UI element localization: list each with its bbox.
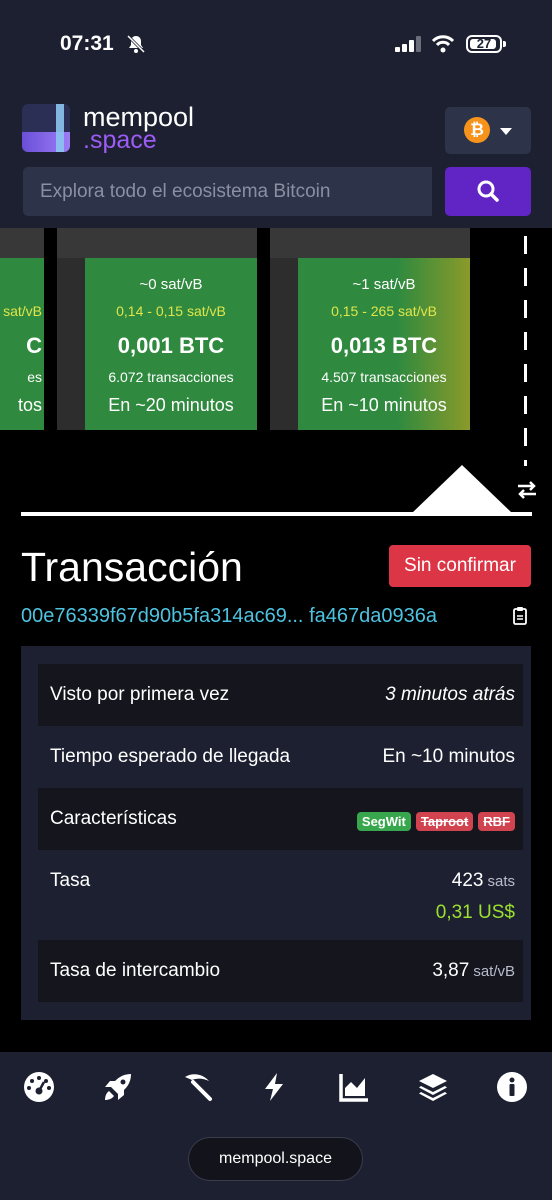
block-fee-range: sat/vB [3,303,42,319]
detail-row-features: Características SegWit Taproot RBF [38,788,523,850]
info-icon[interactable] [496,1071,528,1103]
block-eta: tos [17,395,42,415]
txid-end[interactable]: fa467da0936a [309,605,437,627]
features-label: Características [50,808,177,829]
detail-row-eta: Tiempo esperado de llegada En ~10 minuto… [38,726,523,788]
txid-link[interactable]: 00e76339f67d90b5fa314ac69... fa467da0936… [21,605,437,628]
fee-value-group: 423 sats [452,870,515,892]
block-size: C [26,333,42,358]
mempool-blocks: sat/vB C es tos ~0 sat/vB 0,14 - 0,15 sa… [0,228,552,528]
block-tx-count: es [27,369,42,385]
mempool-block[interactable]: ~0 sat/vB 0,14 - 0,15 sat/vB 0,001 BTC 6… [57,228,257,430]
copy-icon[interactable] [511,606,529,626]
chart-icon[interactable] [338,1071,370,1103]
block-fee-range: 0,14 - 0,15 sat/vB [116,303,226,319]
battery-tip [503,41,506,47]
feature-badge-rbf[interactable]: RBF [478,812,515,831]
fee-usd-value: 0,31 US$ [435,902,515,923]
features-badges: SegWit Taproot RBF [352,810,515,832]
dashboard-icon[interactable] [23,1071,55,1103]
mempool-block[interactable]: ~1 sat/vB 0,15 - 265 sat/vB 0,013 BTC 4.… [270,228,470,430]
chain-baseline [21,512,532,516]
bitcoin-icon: ₿ [464,117,490,143]
block-median-fee: ~1 sat/vB [352,276,416,293]
fee-value: 423 [451,870,484,891]
detail-row-fee: Tasa 423 sats 0,31 US$ [38,850,523,940]
transaction-details-card: Visto por primera vez 3 minutos atrás Ti… [21,646,531,1020]
eta-label: Tiempo esperado de llegada [50,746,291,767]
battery-icon: 27 [466,35,502,53]
block-eta: En ~20 minutos [108,395,234,415]
feature-badge-taproot[interactable]: Taproot [415,812,474,831]
eta-value: En ~10 minutos [382,746,515,767]
feature-badge-segwit[interactable]: SegWit [356,812,411,831]
txid-start[interactable]: 00e76339f67d90b5fa314ac69... [21,605,304,627]
bottom-navigation: mempool.space [0,1052,552,1200]
block-tx-count: 6.072 transacciones [108,369,234,385]
block-tx-count: 4.507 transacciones [321,369,447,385]
first-seen-label: Visto por primera vez [50,684,230,705]
block-size: 0,013 BTC [330,333,438,358]
rocket-icon[interactable] [102,1071,134,1103]
fee-rate-unit: sat/vB [473,963,515,980]
status-time: 07:31 [60,32,114,55]
first-seen-value: 3 minutos atrás [385,684,515,705]
status-badge: Sin confirmar [389,545,531,587]
fee-rate-value: 3,87 [432,960,470,981]
status-bar: 07:31 27 [0,0,552,90]
detail-row-fee-rate: Tasa de intercambio 3,87 sat/vB [38,940,523,1002]
mempool-block[interactable]: sat/vB C es tos [0,228,44,430]
block-size: 0,001 BTC [117,333,225,358]
bell-slash-icon [126,34,146,54]
fee-rate-label: Tasa de intercambio [50,960,221,981]
block-median-fee: ~0 sat/vB [139,276,203,293]
search-button[interactable] [445,167,531,216]
signal-icon [395,36,421,52]
mempool-logo-icon[interactable] [22,104,70,152]
wifi-icon [431,35,455,53]
fee-unit: sats [487,873,515,890]
pickaxe-icon[interactable] [181,1071,213,1103]
fee-label: Tasa [50,870,91,891]
layers-icon[interactable] [417,1071,449,1103]
mempool-divider [524,236,527,466]
network-selector-button[interactable]: ₿ [445,107,531,154]
fee-rate-value-group: 3,87 sat/vB [432,960,515,982]
search-input[interactable] [23,167,432,216]
battery-level: 27 [476,36,492,51]
block-fee-range: 0,15 - 265 sat/vB [331,303,437,319]
chevron-down-icon [500,128,512,135]
logo-text-space[interactable]: .space [83,126,157,155]
search-icon [477,180,499,202]
browser-url-bar[interactable]: mempool.space [188,1137,363,1181]
position-arrow [412,465,512,513]
app-header: mempool .space ₿ [0,90,552,228]
swap-arrows-icon[interactable] [514,478,540,502]
block-eta: En ~10 minutos [321,395,447,415]
lightning-icon[interactable] [258,1071,290,1103]
detail-row-first-seen: Visto por primera vez 3 minutos atrás [38,664,523,726]
page-title: Transacción [21,544,243,590]
